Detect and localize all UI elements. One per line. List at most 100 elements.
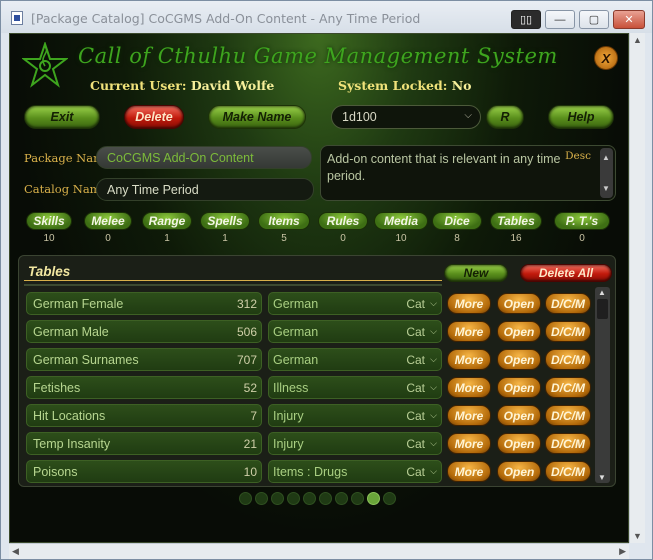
dcm-button[interactable]: D/C/M (545, 433, 591, 454)
scroll-down-icon[interactable]: ▼ (633, 531, 642, 541)
dcm-button[interactable]: D/C/M (545, 461, 591, 482)
package-name-field[interactable]: CoCGMS Add-On Content (96, 146, 312, 169)
page-dot[interactable] (335, 492, 348, 505)
table-name: Temp Insanity (33, 436, 111, 451)
table-category-select[interactable]: Injury Cat ⌵ (268, 404, 442, 427)
table-name-field[interactable]: Temp Insanity 21 (26, 432, 262, 455)
table-name-field[interactable]: German Female 312 (26, 292, 262, 315)
chevron-down-icon: ⌵ (430, 354, 437, 364)
open-button[interactable]: Open (497, 377, 541, 398)
category-count: 10 (43, 233, 55, 244)
more-button[interactable]: More (447, 349, 491, 370)
table-name-field[interactable]: German Male 506 (26, 320, 262, 343)
page-dot[interactable] (367, 492, 380, 505)
table-category-select[interactable]: Illness Cat ⌵ (268, 376, 442, 399)
more-button[interactable]: More (447, 321, 491, 342)
cat-label: Cat (406, 437, 425, 451)
category-tab[interactable]: P. T.'s (554, 212, 610, 230)
make-name-button[interactable]: Make Name (208, 105, 306, 129)
category-tab[interactable]: Range (142, 212, 192, 230)
table-name-field[interactable]: Fetishes 52 (26, 376, 262, 399)
scroll-down-icon[interactable]: ▼ (602, 180, 610, 197)
table-name-field[interactable]: German Surnames 707 (26, 348, 262, 371)
more-button[interactable]: More (447, 405, 491, 426)
more-button[interactable]: More (447, 293, 491, 314)
window-horizontal-scrollbar[interactable]: ◀ ▶ (9, 543, 629, 559)
open-button[interactable]: Open (497, 405, 541, 426)
dcm-button[interactable]: D/C/M (545, 321, 591, 342)
dcm-button[interactable]: D/C/M (545, 405, 591, 426)
table-name-field[interactable]: Hit Locations 7 (26, 404, 262, 427)
more-button[interactable]: More (447, 433, 491, 454)
page-dot[interactable] (287, 492, 300, 505)
list-scrollbar[interactable]: ▲ ▼ (595, 287, 610, 483)
table-category-select[interactable]: German Cat ⌵ (268, 348, 442, 371)
chevron-down-icon: ⌵ (430, 410, 437, 420)
more-button[interactable]: More (447, 461, 491, 482)
page-dot[interactable] (351, 492, 364, 505)
new-table-button[interactable]: New (444, 264, 508, 282)
app-window: [Package Catalog] CoCGMS Add-On Content … (0, 0, 653, 560)
page-dot[interactable] (271, 492, 284, 505)
page-dot[interactable] (239, 492, 252, 505)
cat-label: Cat (406, 465, 425, 479)
page-dot[interactable] (255, 492, 268, 505)
help-button[interactable]: Help (548, 105, 614, 129)
chevron-down-icon: ⌵ (430, 466, 437, 476)
category-tab[interactable]: Tables (490, 212, 542, 230)
description-scrollbar[interactable]: ▲ ▼ (600, 148, 613, 198)
category-tab[interactable]: Rules (318, 212, 368, 230)
category-tab[interactable]: Dice (432, 212, 482, 230)
window-vertical-scrollbar[interactable]: ▲ ▼ (629, 33, 645, 543)
dcm-button[interactable]: D/C/M (545, 293, 591, 314)
open-button[interactable]: Open (497, 349, 541, 370)
table-category-select[interactable]: Items : Drugs Cat ⌵ (268, 460, 442, 483)
minimize-button[interactable]: — (545, 10, 575, 29)
table-category-select[interactable]: German Cat ⌵ (268, 292, 442, 315)
open-button[interactable]: Open (497, 433, 541, 454)
category-tab[interactable]: Media (374, 212, 428, 230)
page-dot[interactable] (303, 492, 316, 505)
page-dot[interactable] (319, 492, 332, 505)
app-title: Call of Cthulhu Game Management System (78, 44, 558, 68)
dice-select[interactable]: 1d100 ⌵ (331, 105, 481, 129)
category-count: 5 (281, 233, 287, 244)
delete-button[interactable]: Delete (124, 105, 184, 129)
more-button[interactable]: More (447, 377, 491, 398)
category-tab[interactable]: Melee (84, 212, 132, 230)
category-tab[interactable]: Skills (26, 212, 72, 230)
chevron-down-icon: ⌵ (430, 438, 437, 448)
category-tab[interactable]: Items (258, 212, 310, 230)
open-button[interactable]: Open (497, 461, 541, 482)
scroll-left-icon[interactable]: ◀ (12, 546, 19, 557)
scroll-up-icon[interactable]: ▲ (598, 288, 606, 297)
scroll-up-icon[interactable]: ▲ (602, 149, 610, 166)
open-button[interactable]: Open (497, 321, 541, 342)
page-dot[interactable] (383, 492, 396, 505)
catalog-name-field[interactable]: Any Time Period (96, 178, 314, 201)
cat-label: Cat (406, 381, 425, 395)
scroll-down-icon[interactable]: ▼ (598, 473, 606, 482)
dcm-button[interactable]: D/C/M (545, 377, 591, 398)
table-category-select[interactable]: Injury Cat ⌵ (268, 432, 442, 455)
description-field[interactable]: Add-on content that is relevant in any t… (320, 145, 616, 201)
table-name: German Female (33, 296, 124, 311)
close-window-button[interactable]: ✕ (613, 10, 645, 29)
exit-button[interactable]: Exit (24, 105, 100, 129)
table-entry-count: 7 (250, 409, 257, 423)
close-app-button[interactable]: X (594, 46, 618, 70)
roll-button[interactable]: R (486, 105, 524, 129)
scroll-up-icon[interactable]: ▲ (633, 35, 642, 45)
cat-label: Cat (406, 297, 425, 311)
maximize-button[interactable]: ▢ (579, 10, 609, 29)
open-button[interactable]: Open (497, 293, 541, 314)
delete-all-button[interactable]: Delete All (520, 264, 612, 282)
dcm-button[interactable]: D/C/M (545, 349, 591, 370)
restore-icon[interactable]: ▯▯ (511, 10, 541, 29)
table-name-field[interactable]: Poisons 10 (26, 460, 262, 483)
table-category-select[interactable]: German Cat ⌵ (268, 320, 442, 343)
category-tab[interactable]: Spells (200, 212, 250, 230)
scrollbar-thumb[interactable] (597, 299, 608, 319)
scroll-right-icon[interactable]: ▶ (619, 546, 626, 557)
title-bar[interactable]: [Package Catalog] CoCGMS Add-On Content … (1, 1, 652, 33)
